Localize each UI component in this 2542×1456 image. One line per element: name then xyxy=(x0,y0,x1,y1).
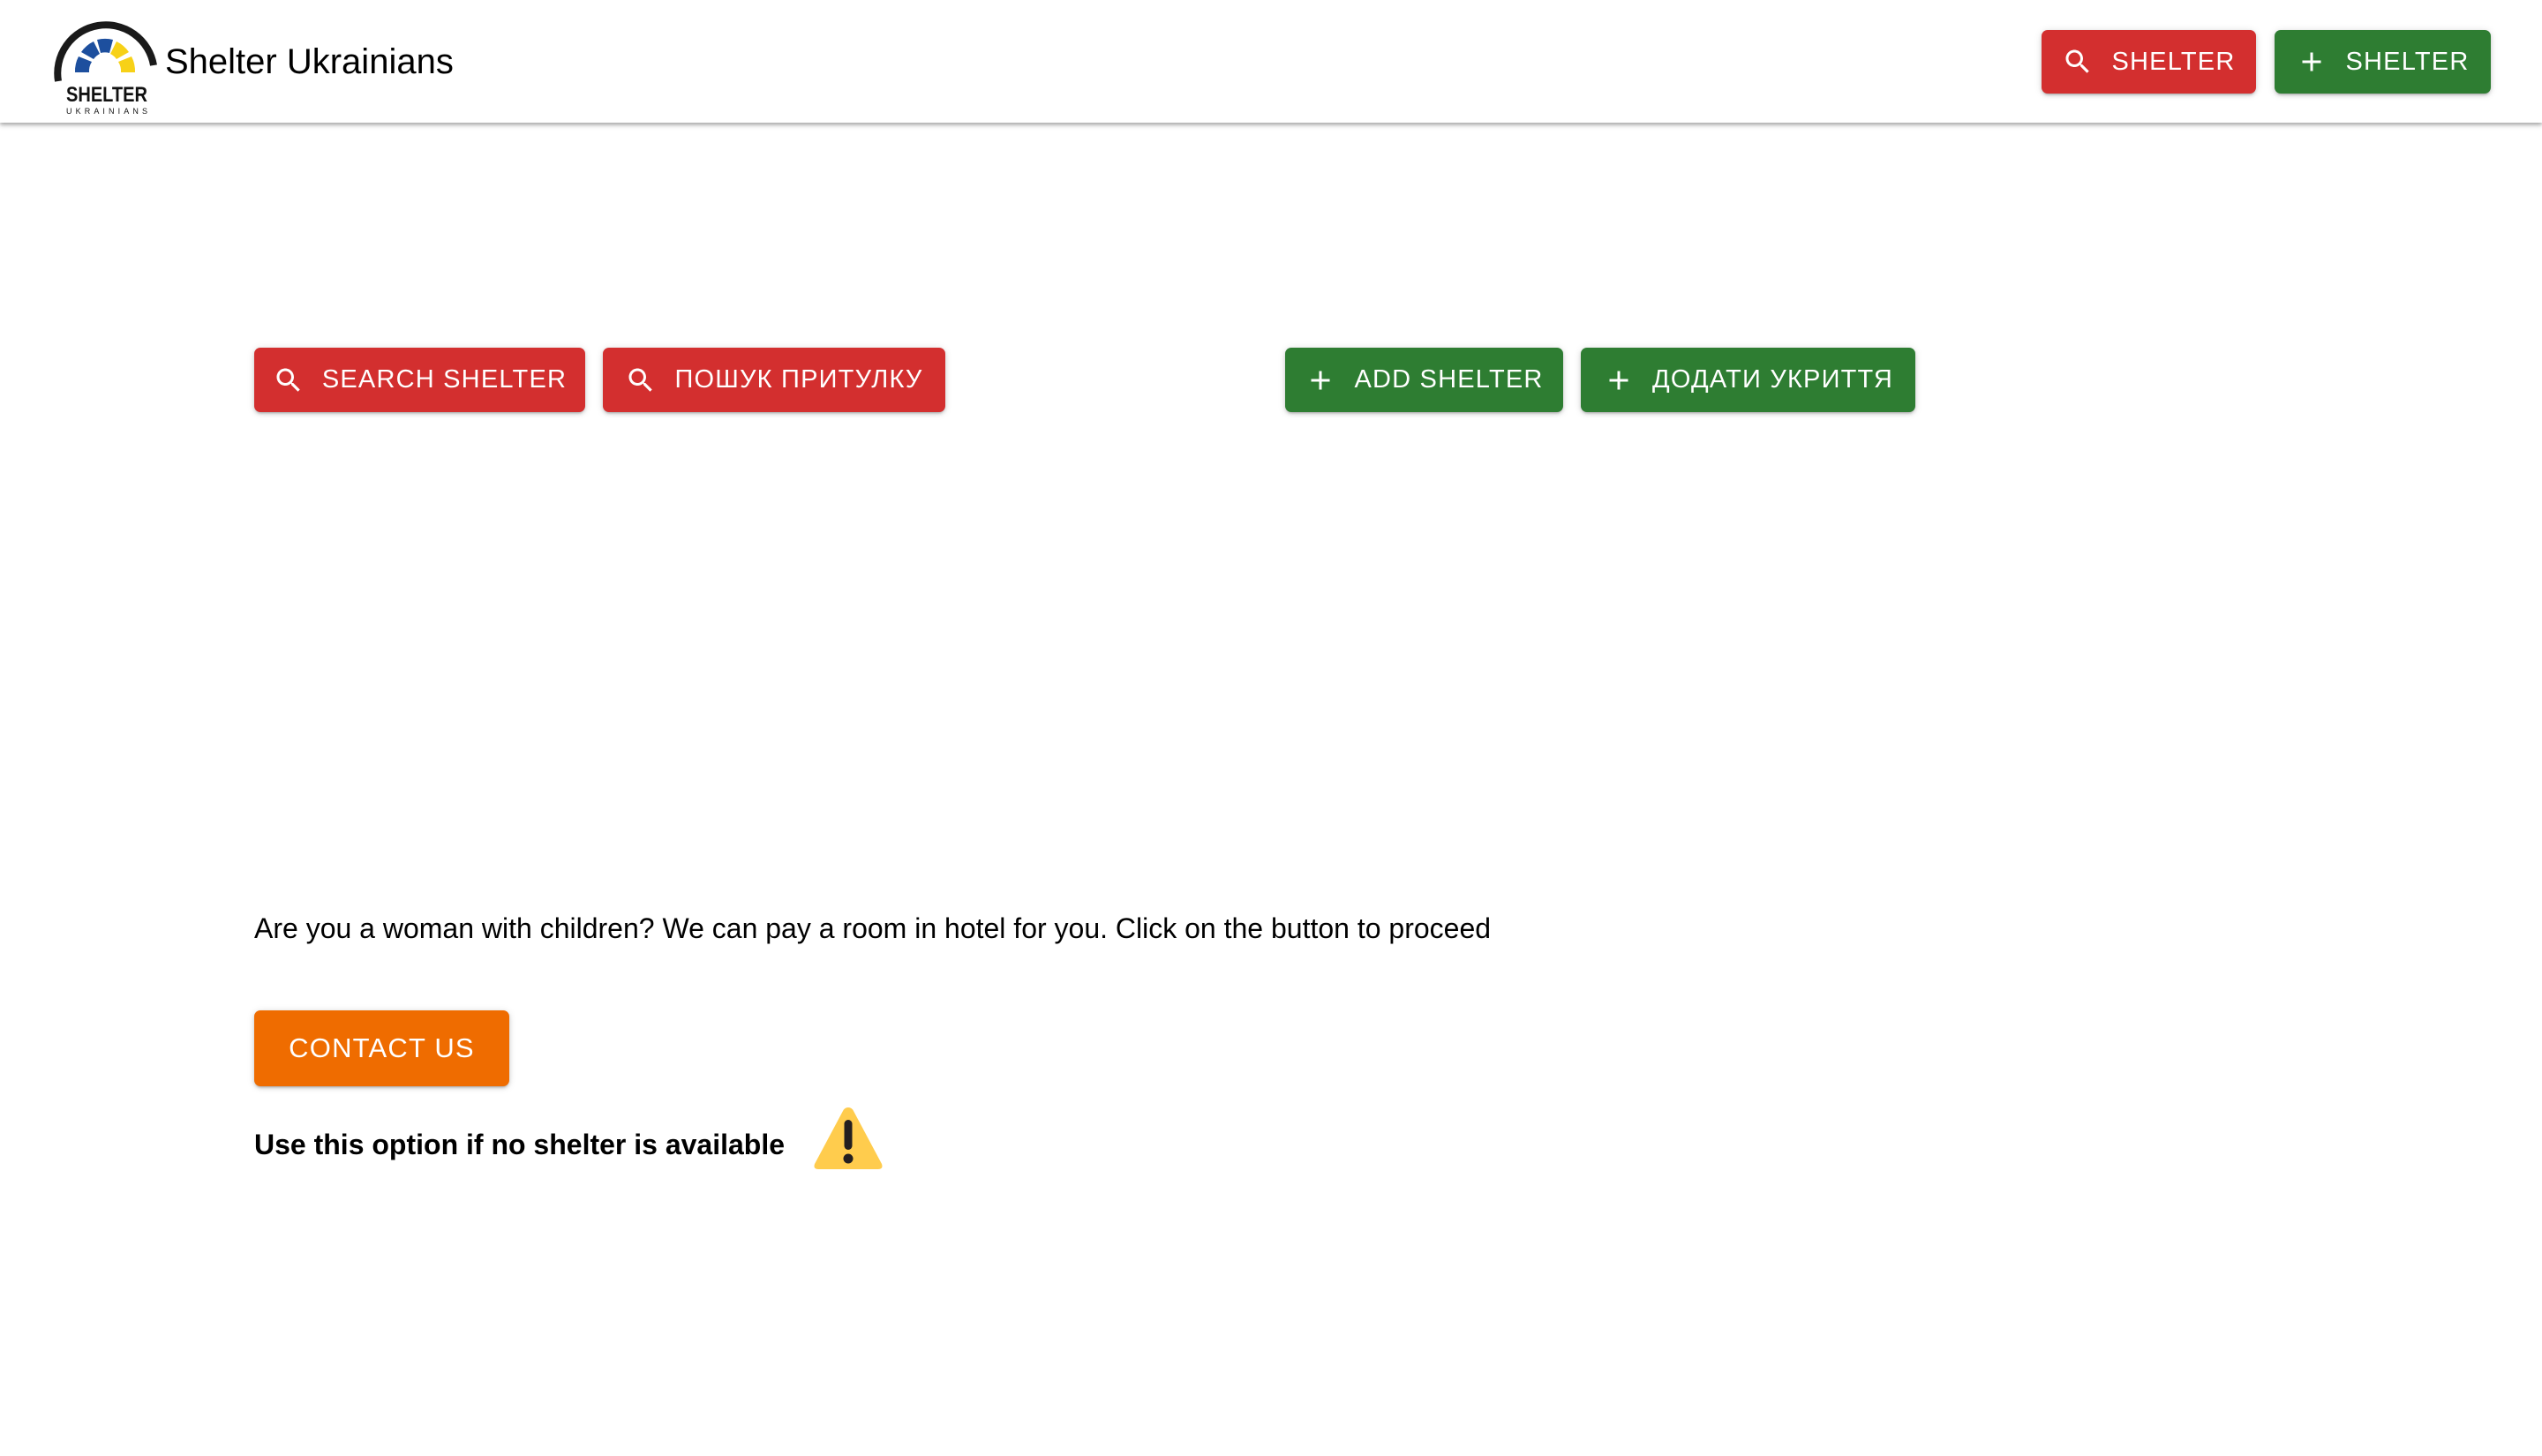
header-search-shelter-button[interactable]: Shelter xyxy=(2042,30,2256,94)
logo-wordmark: SHELTER xyxy=(66,83,147,107)
app-title: Shelter Ukrainians xyxy=(165,42,454,81)
fallback-note: Use this option if no shelter is availab… xyxy=(254,1129,786,1160)
warning-icon xyxy=(812,1104,884,1173)
plus-icon xyxy=(1305,364,1336,396)
search-shelter-button[interactable]: Search Shelter xyxy=(254,348,585,412)
search-shelter-ua-button[interactable]: Пошук притулку xyxy=(603,348,945,412)
search-shelter-label: Search Shelter xyxy=(321,365,568,394)
shelter-ukrainians-logo-icon: SHELTER UKRAINIANS xyxy=(54,21,157,116)
app-bar: SHELTER UKRAINIANS Shelter Ukrainians Sh… xyxy=(0,0,2542,123)
add-shelter-label: Add Shelter xyxy=(1354,365,1544,394)
header-search-shelter-label: Shelter xyxy=(2111,47,2236,76)
search-icon xyxy=(2062,46,2094,78)
search-shelter-ua-label: Пошук притулку xyxy=(674,365,923,394)
plus-icon xyxy=(2296,46,2328,78)
header-add-shelter-label: Shelter xyxy=(2345,47,2470,76)
hotel-offer-text: Are you a woman with children? We can pa… xyxy=(254,912,1492,944)
add-shelter-ua-button[interactable]: Додати укриття xyxy=(1581,348,1915,412)
contact-us-button[interactable]: Contact us xyxy=(254,1010,509,1086)
contact-us-label: Contact us xyxy=(289,1032,475,1063)
add-shelter-ua-label: Додати укриття xyxy=(1652,365,1893,394)
add-shelter-button[interactable]: Add Shelter xyxy=(1285,348,1563,412)
header-add-shelter-button[interactable]: Shelter xyxy=(2275,30,2491,94)
search-icon xyxy=(273,364,305,396)
plus-icon xyxy=(1603,364,1635,396)
search-icon xyxy=(625,364,657,396)
logo-subwordmark: UKRAINIANS xyxy=(66,107,147,116)
shelter-logo[interactable]: SHELTER UKRAINIANS xyxy=(49,7,161,116)
